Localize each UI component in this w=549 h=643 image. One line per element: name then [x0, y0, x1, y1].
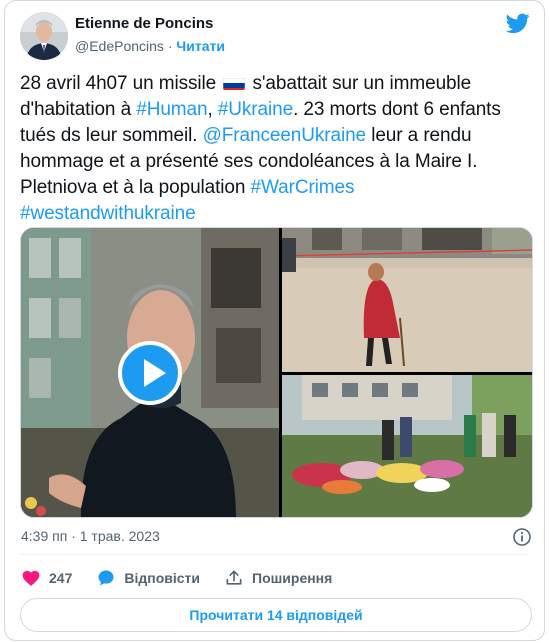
tweet-media-grid	[20, 227, 533, 518]
share-label: Поширення	[252, 570, 333, 586]
play-button[interactable]	[118, 341, 182, 405]
info-icon[interactable]	[512, 527, 532, 547]
read-replies-button[interactable]: Прочитати 14 відповідей	[20, 598, 532, 632]
reply-label: Відповісти	[124, 570, 200, 586]
tweet-link[interactable]: #WarCrimes	[251, 177, 355, 198]
tweet-card: Etienne de Poncins @EdePoncins · Читати …	[4, 0, 545, 641]
photo-woman-walking[interactable]	[282, 228, 532, 372]
handle-separator: ·	[167, 38, 173, 54]
tweet-actions: 247 Відповісти Поширення	[21, 567, 356, 589]
photo-memorial-flowers[interactable]	[282, 375, 532, 517]
tweet-link[interactable]: @FranceenUkraine	[203, 125, 367, 146]
tweet-link[interactable]: #westandwithukraine	[20, 203, 196, 224]
author-name[interactable]: Etienne de Poncins	[75, 15, 213, 32]
tweet-timestamp[interactable]: 4:39 пп · 1 трав. 2023	[21, 528, 160, 544]
avatar[interactable]	[20, 12, 68, 60]
share-icon	[226, 570, 242, 585]
share-button[interactable]: Поширення	[224, 568, 332, 588]
heart-icon	[22, 570, 40, 586]
twitter-bird-icon[interactable]	[506, 11, 530, 35]
divider	[20, 554, 529, 555]
like-button[interactable]: 247	[21, 568, 72, 588]
author-handle[interactable]: @EdePoncins	[75, 38, 164, 54]
tweet-text-segment: ,	[207, 99, 218, 120]
reply-bubble-icon	[98, 570, 114, 586]
like-count: 247	[49, 570, 73, 586]
tweet-link[interactable]: #Ukraine	[218, 99, 293, 120]
reply-button[interactable]: Відповісти	[96, 568, 200, 588]
follow-link[interactable]: Читати	[176, 38, 225, 54]
tweet-text: 28 avril 4h07 un missile s'abattait sur …	[20, 71, 532, 227]
video-thumbnail[interactable]	[21, 228, 279, 517]
russia-flag-icon	[223, 75, 246, 90]
tweet-link[interactable]: #Human	[136, 99, 207, 120]
tweet-text-segment: 28 avril 4h07 un missile	[20, 73, 222, 94]
author-handle-line: @EdePoncins · Читати	[75, 38, 225, 54]
